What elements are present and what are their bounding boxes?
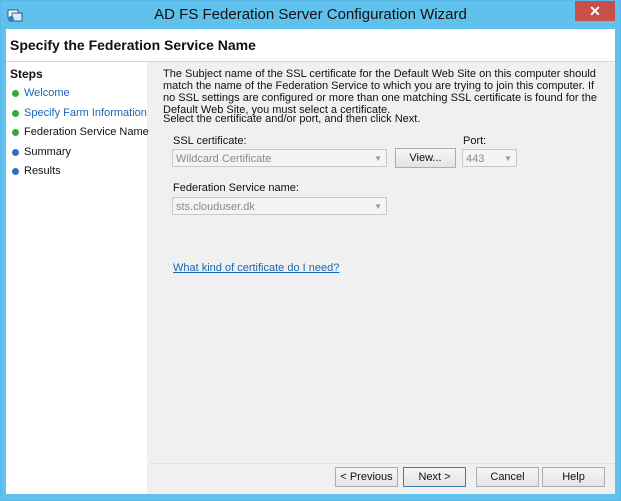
wizard-client-area: Specify the Federation Service Name Step… xyxy=(6,29,615,494)
current-step-icon xyxy=(12,128,19,136)
step-label: Results xyxy=(24,165,61,177)
step-federation-service-name: Federation Service Name xyxy=(12,124,149,140)
port-dropdown[interactable]: 443 ▼ xyxy=(462,149,517,167)
instruction-text: Select the certificate and/or port, and … xyxy=(163,113,421,125)
step-label: Summary xyxy=(24,146,72,158)
ssl-certificate-value: Wildcard Certificate xyxy=(176,153,272,165)
page-header: Specify the Federation Service Name xyxy=(6,29,615,62)
chevron-down-icon: ▼ xyxy=(504,154,512,163)
step-label: Federation Service Name xyxy=(24,126,149,138)
view-certificate-button[interactable]: View... xyxy=(395,148,456,168)
federation-service-name-label: Federation Service name: xyxy=(173,182,299,194)
federation-service-name-dropdown[interactable]: sts.clouduser.dk ▼ xyxy=(172,197,387,215)
step-welcome[interactable]: Welcome xyxy=(12,85,70,101)
ssl-certificate-dropdown[interactable]: Wildcard Certificate ▼ xyxy=(172,149,387,167)
page-title: Specify the Federation Service Name xyxy=(10,37,256,53)
chevron-down-icon: ▼ xyxy=(374,202,382,211)
steps-panel: Steps Welcome Specify Farm Information F… xyxy=(6,62,149,494)
description-text: The Subject name of the SSL certificate … xyxy=(163,68,597,116)
step-specify-farm-information[interactable]: Specify Farm Information xyxy=(12,105,147,121)
steps-heading: Steps xyxy=(10,67,43,81)
step-label: Specify Farm Information xyxy=(24,107,147,119)
completed-step-icon xyxy=(12,109,19,117)
wizard-window: AD FS Federation Server Configuration Wi… xyxy=(0,0,621,501)
federation-service-name-value: sts.clouduser.dk xyxy=(176,201,255,213)
help-button[interactable]: Help xyxy=(542,467,605,487)
step-summary: Summary xyxy=(12,144,71,160)
certificate-help-link[interactable]: What kind of certificate do I need? xyxy=(173,262,339,274)
completed-step-icon xyxy=(12,89,19,97)
ssl-certificate-label: SSL certificate: xyxy=(173,135,247,147)
previous-button[interactable]: < Previous xyxy=(335,467,398,487)
chevron-down-icon: ▼ xyxy=(374,154,382,163)
port-value: 443 xyxy=(466,153,485,165)
step-label: Welcome xyxy=(24,87,70,99)
title-bar[interactable]: AD FS Federation Server Configuration Wi… xyxy=(1,1,620,29)
port-label: Port: xyxy=(463,135,487,147)
next-button[interactable]: Next > xyxy=(403,467,466,487)
close-button[interactable]: ✕ xyxy=(575,1,615,21)
button-bar: < Previous Next > Cancel Help xyxy=(149,463,615,494)
pending-step-icon xyxy=(12,167,19,175)
window-title: AD FS Federation Server Configuration Wi… xyxy=(154,6,467,23)
pending-step-icon xyxy=(12,148,19,156)
content-panel: The Subject name of the SSL certificate … xyxy=(149,62,615,494)
step-results: Results xyxy=(12,163,61,179)
cancel-button[interactable]: Cancel xyxy=(476,467,539,487)
footer-divider xyxy=(149,463,615,464)
